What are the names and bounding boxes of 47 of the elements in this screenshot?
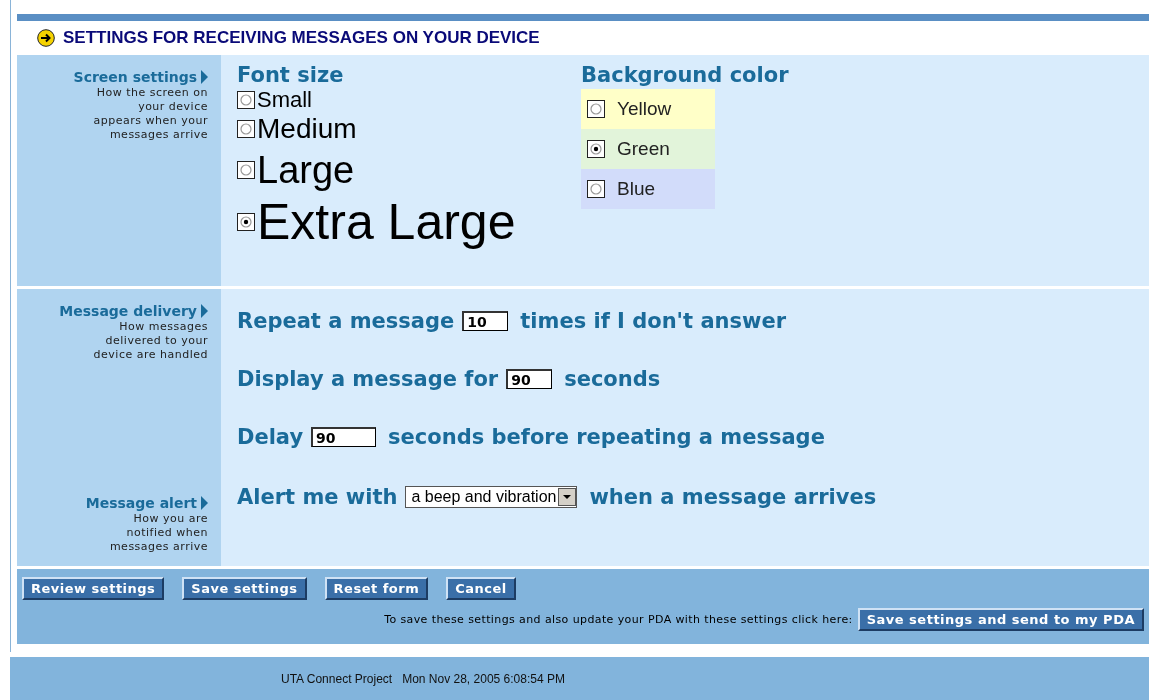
radio-button[interactable] [587,180,605,198]
option-label: Extra Large [257,197,516,247]
radio-button[interactable] [587,100,605,118]
prompt-text: seconds before repeating a message [388,425,825,449]
prompt-text: Display a message for [237,367,499,391]
number-field[interactable]: 90 [506,369,553,389]
section-label: Screen settings [73,69,197,85]
section-description: How messages delivered to your device are handled [92,320,208,362]
form-button[interactable]: Review settings [22,577,165,600]
color-option[interactable]: Blue [581,169,715,209]
page-title: SETTINGS FOR RECEIVING MESSAGES ON YOUR DEVICE [63,28,540,48]
radio-button[interactable] [237,120,255,138]
prompt-text: seconds [564,367,661,391]
radio-button[interactable] [587,140,605,158]
form-button[interactable]: Reset form [324,577,429,600]
option-label: Small [257,89,312,111]
prompt-text: Alert me with [237,485,398,509]
arrow-icon [201,70,208,84]
option-label: Medium [257,115,357,143]
prompt-text: when a message arrives [589,485,877,509]
arrow-circle-icon [37,29,55,47]
instruction-text: To save these settings and also update your PDA with these settings click here: [384,613,853,626]
radio-button[interactable] [237,213,255,231]
radio-button[interactable] [237,161,255,179]
section-label: Message alert [85,495,197,511]
send-to-pda-button[interactable]: Save settings and send to my PDA [857,608,1144,631]
form-button[interactable]: Save settings [182,577,307,600]
alert-dropdown[interactable]: a beep and vibration [405,486,578,508]
project-name: UTA Connect Project [281,671,393,686]
section-description: How you are notified when messages arrive [108,512,208,554]
prompt-text: Delay [237,425,304,449]
arrow-icon [201,304,208,318]
option-label: Large [257,151,355,189]
radio-button[interactable] [237,91,255,109]
section-heading: Background color [581,63,789,87]
section-heading: Font size [237,63,345,87]
number-field[interactable]: 10 [462,311,509,331]
timestamp: Mon Nov 28, 2005 6:08:54 PM [402,671,565,686]
form-button[interactable]: Cancel [446,577,516,600]
prompt-text: Repeat a message [237,309,455,333]
color-option[interactable]: Green [581,129,715,169]
number-field[interactable]: 90 [311,427,377,447]
section-description: How the screen on your device appears when your messages arrive [92,86,208,142]
section-label: Message delivery [59,303,197,319]
arrow-icon [201,496,208,510]
color-option[interactable]: Yellow [581,89,715,129]
prompt-text: times if I don't answer [520,309,787,333]
